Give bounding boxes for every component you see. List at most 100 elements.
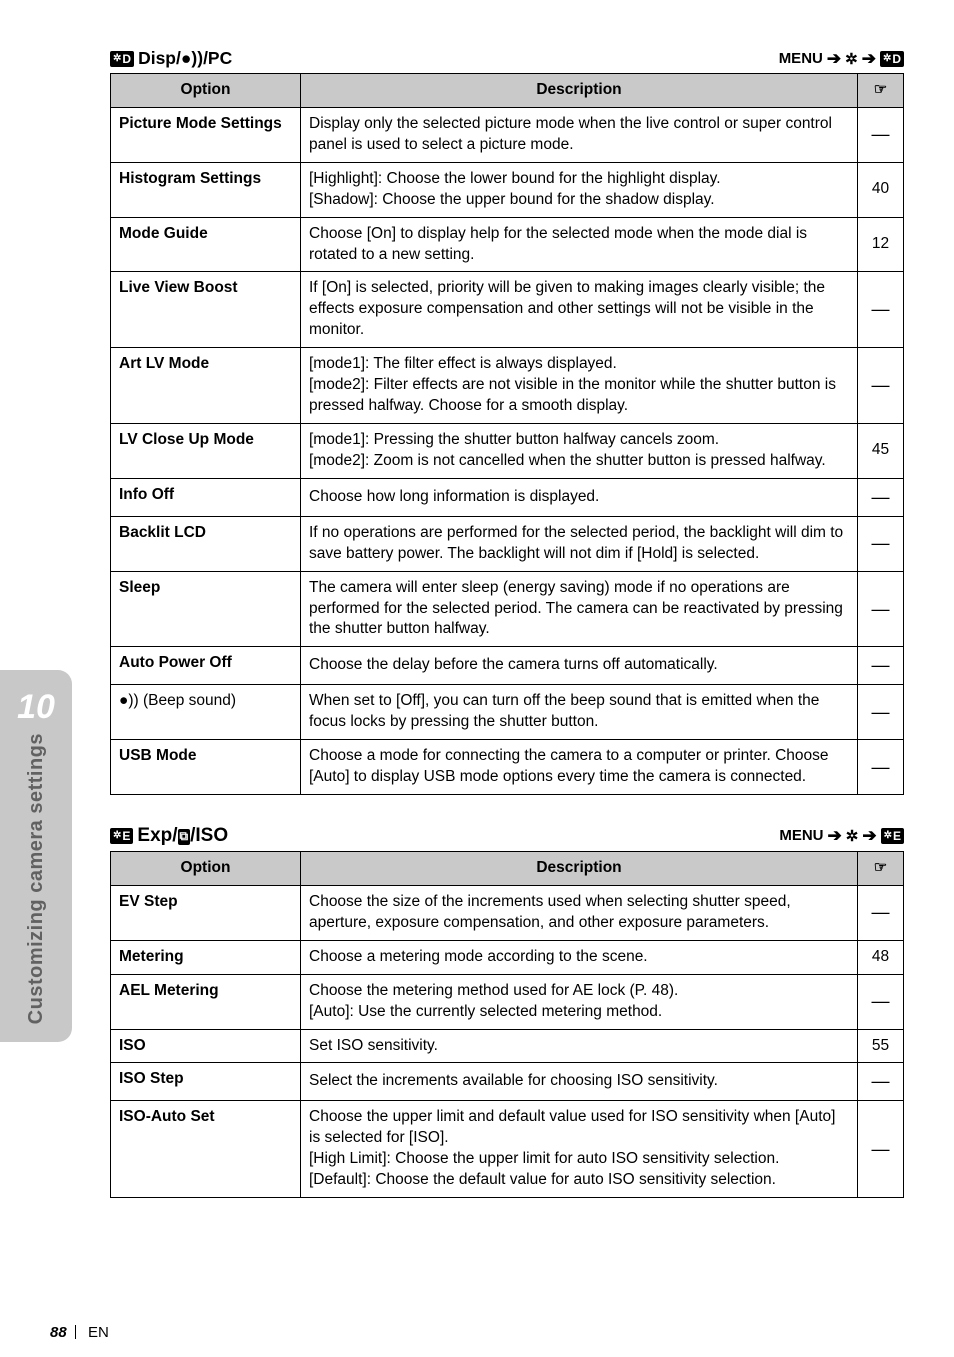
hand-icon: ☞ [874, 81, 887, 98]
tab-badge-e-icon: ✲E [110, 828, 133, 844]
option-description: The camera will enter sleep (energy savi… [301, 571, 858, 647]
option-description: If no operations are performed for the s… [301, 516, 858, 571]
table-row: ISO StepSelect the increments available … [111, 1063, 904, 1101]
option-page-ref: — [858, 740, 904, 795]
section-d-breadcrumb: MENU ➔ ✲ ➔ ✲D [779, 50, 904, 68]
table-row: Art LV Mode[mode1]: The filter effect is… [111, 348, 904, 424]
table-row: SleepThe camera will enter sleep (energy… [111, 571, 904, 647]
option-page-ref: — [858, 107, 904, 162]
option-name: Live View Boost [111, 272, 301, 348]
option-page-ref: 12 [858, 217, 904, 272]
table-row: ●)) (Beep sound)When set to [Off], you c… [111, 685, 904, 740]
table-row: ISO-Auto SetChoose the upper limit and d… [111, 1101, 904, 1198]
option-description: Choose the metering method used for AE l… [301, 974, 858, 1029]
section-e-title: Exp/⧉/ISO [137, 825, 228, 847]
col-option: Option [111, 74, 301, 108]
option-name: Info Off [111, 478, 301, 516]
section-d-header: ✲D Disp/●))/PC MENU ➔ ✲ ➔ ✲D [110, 48, 904, 69]
option-name: EV Step [111, 885, 301, 940]
option-page-ref: — [858, 647, 904, 685]
option-description: If [On] is selected, priority will be gi… [301, 272, 858, 348]
option-description: Select the increments available for choo… [301, 1063, 858, 1101]
option-name: Histogram Settings [111, 162, 301, 217]
table-row: Histogram Settings[Highlight]: Choose th… [111, 162, 904, 217]
option-name: Mode Guide [111, 217, 301, 272]
option-description: Choose how long information is displayed… [301, 478, 858, 516]
option-name: USB Mode [111, 740, 301, 795]
option-name: Metering [111, 940, 301, 974]
option-description: Choose the size of the increments used w… [301, 885, 858, 940]
option-description: Choose the delay before the camera turns… [301, 647, 858, 685]
exposure-comp-icon: ⧉ [178, 829, 191, 845]
page-language: EN [88, 1324, 109, 1341]
arrow-icon: ➔ [828, 827, 842, 844]
table-row: Mode GuideChoose [On] to display help fo… [111, 217, 904, 272]
col-page-ref: ☞ [858, 74, 904, 108]
page-number: 88 [50, 1324, 67, 1341]
option-name: LV Close Up Mode [111, 423, 301, 478]
option-page-ref: — [858, 1063, 904, 1101]
option-page-ref: — [858, 885, 904, 940]
option-page-ref: — [858, 516, 904, 571]
option-page-ref: — [858, 1101, 904, 1198]
options-table-d: Option Description ☞ Picture Mode Settin… [110, 73, 904, 795]
gear-icon: ✲ [845, 50, 858, 68]
arrow-icon: ➔ [827, 50, 841, 67]
table-row: Live View BoostIf [On] is selected, prio… [111, 272, 904, 348]
option-description: Choose a metering mode according to the … [301, 940, 858, 974]
section-e-breadcrumb: MENU ➔ ✲ ➔ ✲E [779, 827, 904, 845]
table-row: Info OffChoose how long information is d… [111, 478, 904, 516]
hand-icon: ☞ [874, 859, 887, 876]
table-row: AEL MeteringChoose the metering method u… [111, 974, 904, 1029]
table-row: Picture Mode SettingsDisplay only the se… [111, 107, 904, 162]
page-footer: 88 EN [50, 1324, 109, 1341]
table-row: Auto Power OffChoose the delay before th… [111, 647, 904, 685]
option-description: [mode1]: The filter effect is always dis… [301, 348, 858, 424]
col-page-ref: ☞ [858, 851, 904, 885]
option-name: Art LV Mode [111, 348, 301, 424]
option-name: Backlit LCD [111, 516, 301, 571]
arrow-icon: ➔ [862, 50, 876, 67]
col-option: Option [111, 851, 301, 885]
tab-badge-d-icon: ✲D [110, 51, 134, 67]
option-page-ref: — [858, 478, 904, 516]
option-name: ISO Step [111, 1063, 301, 1101]
chapter-title: Customizing camera settings [25, 733, 48, 1024]
option-description: Choose the upper limit and default value… [301, 1101, 858, 1198]
option-name: ISO [111, 1029, 301, 1063]
option-name: AEL Metering [111, 974, 301, 1029]
option-description: Choose a mode for connecting the camera … [301, 740, 858, 795]
table-row: LV Close Up Mode[mode1]: Pressing the sh… [111, 423, 904, 478]
options-table-e: Option Description ☞ EV StepChoose the s… [110, 851, 904, 1198]
section-d-title: Disp/●))/PC [138, 48, 232, 69]
option-page-ref: 45 [858, 423, 904, 478]
chapter-number: 10 [17, 688, 55, 727]
table-row: MeteringChoose a metering mode according… [111, 940, 904, 974]
table-row: Backlit LCDIf no operations are performe… [111, 516, 904, 571]
option-page-ref: — [858, 685, 904, 740]
gear-icon: ✲ [846, 827, 859, 845]
option-description: Set ISO sensitivity. [301, 1029, 858, 1063]
arrow-icon: ➔ [862, 827, 876, 844]
table-row: EV StepChoose the size of the increments… [111, 885, 904, 940]
col-description: Description [301, 851, 858, 885]
sidebar-tab: 10 Customizing camera settings [0, 670, 72, 1042]
table-row: USB ModeChoose a mode for connecting the… [111, 740, 904, 795]
tab-badge-d-icon: ✲D [880, 51, 904, 67]
option-page-ref: 55 [858, 1029, 904, 1063]
tab-badge-e-icon: ✲E [881, 828, 904, 844]
option-description: Choose [On] to display help for the sele… [301, 217, 858, 272]
option-page-ref: — [858, 974, 904, 1029]
option-description: [Highlight]: Choose the lower bound for … [301, 162, 858, 217]
option-name: ISO-Auto Set [111, 1101, 301, 1198]
option-page-ref: — [858, 272, 904, 348]
option-page-ref: — [858, 571, 904, 647]
option-description: When set to [Off], you can turn off the … [301, 685, 858, 740]
option-description: Display only the selected picture mode w… [301, 107, 858, 162]
option-name: Auto Power Off [111, 647, 301, 685]
option-page-ref: — [858, 348, 904, 424]
section-e-header: ✲E Exp/⧉/ISO MENU ➔ ✲ ➔ ✲E [110, 825, 904, 847]
option-name: Sleep [111, 571, 301, 647]
option-page-ref: 40 [858, 162, 904, 217]
table-row: ISOSet ISO sensitivity.55 [111, 1029, 904, 1063]
